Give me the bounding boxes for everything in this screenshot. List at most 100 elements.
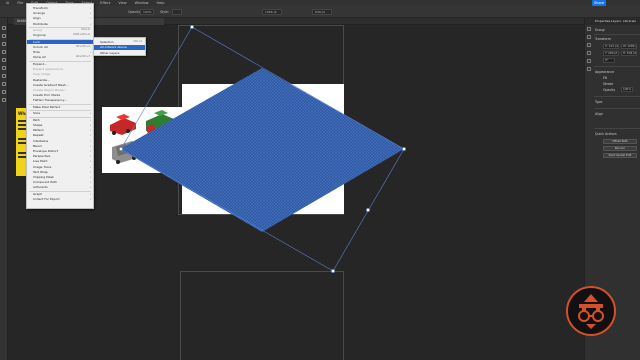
- menu-item-shape[interactable]: Shape ›: [27, 123, 93, 128]
- brush-tool-icon[interactable]: [2, 66, 6, 70]
- vehicles-illustration: [110, 110, 174, 164]
- recolor-button[interactable]: Recolor: [603, 146, 637, 151]
- width-field[interactable]: 1086 pt: [262, 9, 282, 15]
- menu-item-distribute[interactable]: Distribute ›: [27, 22, 93, 27]
- menu-item-arrange[interactable]: Arrange ›: [27, 11, 93, 16]
- direct-selection-tool-icon[interactable]: [2, 34, 6, 38]
- menu-item-create-trim-marks[interactable]: Create Trim Marks: [27, 93, 93, 98]
- menu-item-slice[interactable]: Slice ›: [27, 111, 93, 116]
- swatches-icon[interactable]: [587, 51, 591, 55]
- menu-item-group[interactable]: Group Ctrl+G: [27, 28, 93, 33]
- menu-item-collect-for-export[interactable]: Collect For Export ›: [27, 197, 93, 202]
- tab-layers[interactable]: Layers: [611, 19, 621, 23]
- submenu-item-all-artwork-above[interactable]: All Artwork Above: [94, 45, 145, 50]
- panel-tabs: Properties Layers Libraries: [585, 18, 640, 25]
- tab-properties[interactable]: Properties: [595, 19, 610, 23]
- menu-item-label: Lock: [33, 39, 40, 44]
- zoom-tool-icon[interactable]: [2, 98, 6, 102]
- menu-item-lock[interactable]: Lock ›: [27, 39, 93, 45]
- object-menu: Transform › Arrange › Align › Distribute › Group…: [26, 3, 94, 209]
- menu-item-label: Flatten Transparency...: [33, 98, 67, 103]
- angle-field[interactable]: 0°: [603, 58, 615, 63]
- chevron-right-icon: ›: [89, 175, 91, 179]
- document-tab-bar: Untitled-1* @ 50% (RGB/CPU Preview): [8, 18, 584, 25]
- x-field[interactable]: X: 412 pt: [603, 44, 619, 49]
- y-field[interactable]: Y: 289 pt: [603, 51, 619, 56]
- canvas[interactable]: What is: [8, 25, 584, 360]
- tab-libraries[interactable]: Libraries: [623, 19, 636, 23]
- menu-effect[interactable]: Effect: [100, 1, 110, 5]
- symbols-icon[interactable]: [587, 67, 591, 71]
- menu-help[interactable]: Help: [156, 1, 164, 5]
- menu-item-shortcut: Alt+Ctrl+2: [75, 45, 90, 48]
- libraries-icon[interactable]: [587, 43, 591, 47]
- menu-item-crop-image[interactable]: Crop Image: [27, 72, 93, 77]
- artboard[interactable]: [182, 84, 344, 214]
- menu-item-label: Hide: [33, 50, 40, 55]
- w-field[interactable]: W: 1086 pt: [621, 44, 637, 49]
- rectangle-tool-icon[interactable]: [2, 58, 6, 62]
- pen-tool-icon[interactable]: [2, 42, 6, 46]
- menu-window[interactable]: Window: [135, 1, 149, 5]
- offset-path-button[interactable]: Offset Path: [603, 139, 637, 144]
- menu-item-unlock-all[interactable]: Unlock All Alt+Ctrl+2: [27, 45, 93, 50]
- submenu-item-label: All Artwork Above: [100, 45, 127, 49]
- rotate-tool-icon[interactable]: [2, 74, 6, 78]
- start-global-edit-button[interactable]: Start Global Edit: [603, 153, 637, 158]
- opacity-field[interactable]: 100%: [140, 9, 154, 15]
- menu-item-hide[interactable]: Hide ›: [27, 50, 93, 55]
- submenu-item-selection[interactable]: Selection Ctrl+2: [94, 40, 145, 45]
- menu-item-create-object-mosaic[interactable]: Create Object Mosaic...: [27, 88, 93, 93]
- menu-item-expand[interactable]: Expand...: [27, 62, 93, 67]
- type-tool-icon[interactable]: [2, 50, 6, 54]
- menu-view[interactable]: View: [118, 1, 126, 5]
- menu-item-expand-appearance[interactable]: Expand Appearance: [27, 67, 93, 72]
- menu-item-ungroup[interactable]: Ungroup Shift+Ctrl+G: [27, 33, 93, 38]
- menu-item-label: Ungroup: [33, 33, 46, 38]
- menu-item-envelope-distort[interactable]: Envelope Distort ›: [27, 149, 93, 154]
- menu-item-artboards[interactable]: Artboards ›: [27, 185, 93, 190]
- menu-item-live-paint[interactable]: Live Paint ›: [27, 159, 93, 164]
- menu-file[interactable]: File: [17, 1, 23, 5]
- layers-icon[interactable]: [587, 35, 591, 39]
- menu-item-perspective[interactable]: Perspective ›: [27, 154, 93, 159]
- selection-tool-icon[interactable]: [2, 26, 6, 30]
- chevron-right-icon: ›: [89, 154, 91, 159]
- divider: [594, 34, 640, 35]
- submenu-item-other-layers[interactable]: Other Layers: [94, 51, 145, 56]
- h-field[interactable]: H: 638 pt: [621, 51, 637, 56]
- menu-item-create-gradient-mesh[interactable]: Create Gradient Mesh...: [27, 83, 93, 88]
- menu-item-clipping-mask[interactable]: Clipping Mask ›: [27, 175, 93, 180]
- menu-item-path[interactable]: Path ›: [27, 118, 93, 123]
- height-field[interactable]: 638 pt: [312, 9, 332, 15]
- menu-item-make-pixel-perfect[interactable]: Make Pixel Perfect: [27, 105, 93, 110]
- tools-panel: [0, 18, 8, 360]
- menu-item-blend[interactable]: Blend ›: [27, 144, 93, 149]
- style-dropdown[interactable]: [172, 9, 182, 15]
- vehicle-artwork[interactable]: [102, 107, 184, 173]
- menu-item-label: Create Trim Marks: [33, 93, 61, 98]
- menu-item-show-all[interactable]: Show All Alt+Ctrl+3: [27, 55, 93, 60]
- menu-item-label: Live Paint: [33, 159, 48, 164]
- menu-item-transform[interactable]: Transform ›: [27, 6, 93, 11]
- app-logo-icon[interactable]: Ai: [6, 1, 9, 5]
- menu-item-label: Make Pixel Perfect: [33, 104, 61, 109]
- menu-item-rasterize[interactable]: Rasterize...: [27, 78, 93, 83]
- menu-item-image-trace[interactable]: Image Trace ›: [27, 165, 93, 170]
- menu-item-align[interactable]: Align ›: [27, 16, 93, 21]
- hand-tool-icon[interactable]: [2, 90, 6, 94]
- menu-item-intertwine[interactable]: Intertwine ›: [27, 139, 93, 144]
- menu-item-label: Create Gradient Mesh...: [33, 82, 69, 87]
- menu-item-text-wrap[interactable]: Text Wrap ›: [27, 170, 93, 175]
- menu-item-pattern[interactable]: Pattern ›: [27, 128, 93, 133]
- scale-tool-icon[interactable]: [2, 82, 6, 86]
- menu-item-flatten-transparency[interactable]: Flatten Transparency...: [27, 98, 93, 103]
- stroke-label: Stroke: [603, 82, 614, 86]
- menu-item-compound-path[interactable]: Compound Path ›: [27, 180, 93, 185]
- menu-item-label: Group: [33, 28, 43, 33]
- opacity-field[interactable]: 100%: [621, 87, 633, 92]
- brushes-icon[interactable]: [587, 59, 591, 63]
- properties-icon[interactable]: [587, 27, 591, 31]
- menu-item-graph[interactable]: Graph ›: [27, 192, 93, 197]
- menu-item-repeat[interactable]: Repeat ›: [27, 133, 93, 138]
